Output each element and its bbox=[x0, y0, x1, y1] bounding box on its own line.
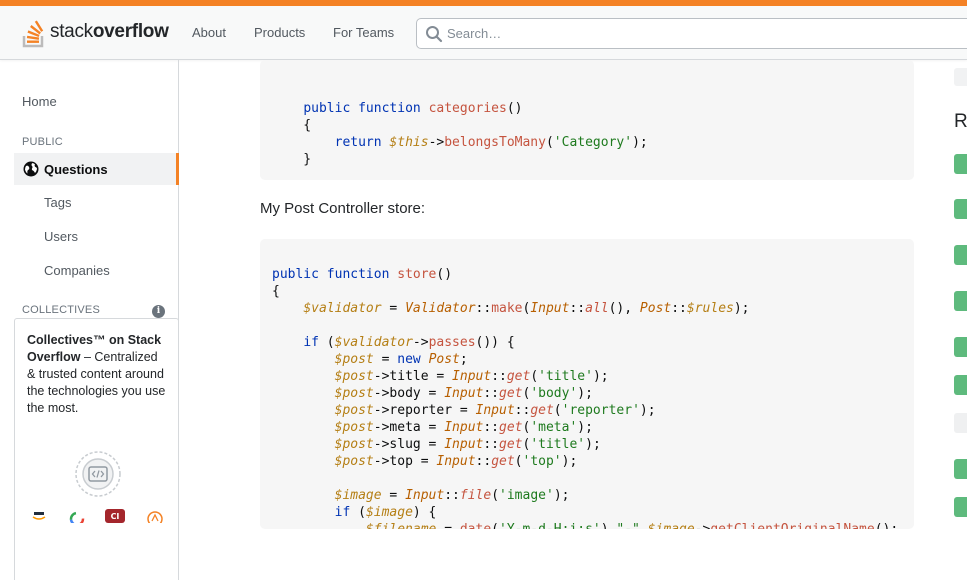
collectives-logos: CI bbox=[29, 509, 169, 529]
sidebar-item-home[interactable]: Home bbox=[22, 94, 57, 109]
info-icon[interactable]: i bbox=[152, 305, 165, 318]
related-heading: R bbox=[954, 111, 967, 132]
stack-logo-icon bbox=[22, 20, 44, 48]
search-icon bbox=[426, 26, 443, 43]
ci-cd-icon: CI bbox=[105, 509, 125, 523]
sidebar-item-companies[interactable]: Companies bbox=[44, 263, 110, 278]
sidebar-item-tags[interactable]: Tags bbox=[44, 195, 71, 210]
related-score-badge[interactable] bbox=[954, 199, 967, 219]
sidebar-section-collectives: COLLECTIVES bbox=[22, 304, 101, 316]
nav-about[interactable]: About bbox=[192, 25, 226, 40]
search-input[interactable] bbox=[447, 19, 967, 48]
code-block-controller: public function store(){ $validator = Va… bbox=[260, 239, 914, 529]
aws-icon bbox=[32, 512, 46, 520]
globe-icon bbox=[23, 161, 39, 177]
left-sidebar: Home PUBLIC Questions Tags Users Compani… bbox=[0, 60, 179, 580]
related-score-badge[interactable] bbox=[954, 459, 967, 479]
related-score-badge[interactable] bbox=[954, 154, 967, 174]
collectives-emblem-icon bbox=[75, 451, 121, 497]
right-sidebar-box bbox=[954, 68, 967, 86]
collectives-text: Collectives™ on Stack Overflow – Central… bbox=[27, 332, 167, 417]
sidebar-item-users[interactable]: Users bbox=[44, 229, 78, 244]
logo-text: stackoverflow bbox=[50, 21, 169, 42]
sidebar-item-questions-label: Questions bbox=[44, 162, 108, 177]
stackoverflow-logo[interactable]: stackoverflow bbox=[22, 16, 170, 48]
code-block-model: public function categories() { return $t… bbox=[260, 60, 914, 180]
google-cloud-icon bbox=[69, 511, 85, 523]
nav-products[interactable]: Products bbox=[254, 25, 305, 40]
sidebar-item-questions[interactable]: Questions bbox=[14, 153, 179, 185]
top-bar: stackoverflow About Products For Teams bbox=[0, 6, 967, 60]
search-box[interactable] bbox=[416, 18, 967, 49]
related-score-badge[interactable] bbox=[954, 375, 967, 395]
related-score-badge[interactable] bbox=[954, 497, 967, 517]
nav-for-teams[interactable]: For Teams bbox=[333, 25, 394, 40]
related-score-badge[interactable] bbox=[954, 413, 967, 433]
sidebar-section-public: PUBLIC bbox=[22, 136, 63, 148]
related-score-badge[interactable] bbox=[954, 337, 967, 357]
related-score-badge[interactable] bbox=[954, 245, 967, 265]
collectives-box: Collectives™ on Stack Overflow – Central… bbox=[14, 318, 179, 580]
related-score-badge[interactable] bbox=[954, 291, 967, 311]
post-paragraph: My Post Controller store: bbox=[260, 200, 426, 217]
main-content: public function categories() { return $t… bbox=[180, 60, 967, 529]
orange-collective-icon bbox=[147, 511, 163, 523]
